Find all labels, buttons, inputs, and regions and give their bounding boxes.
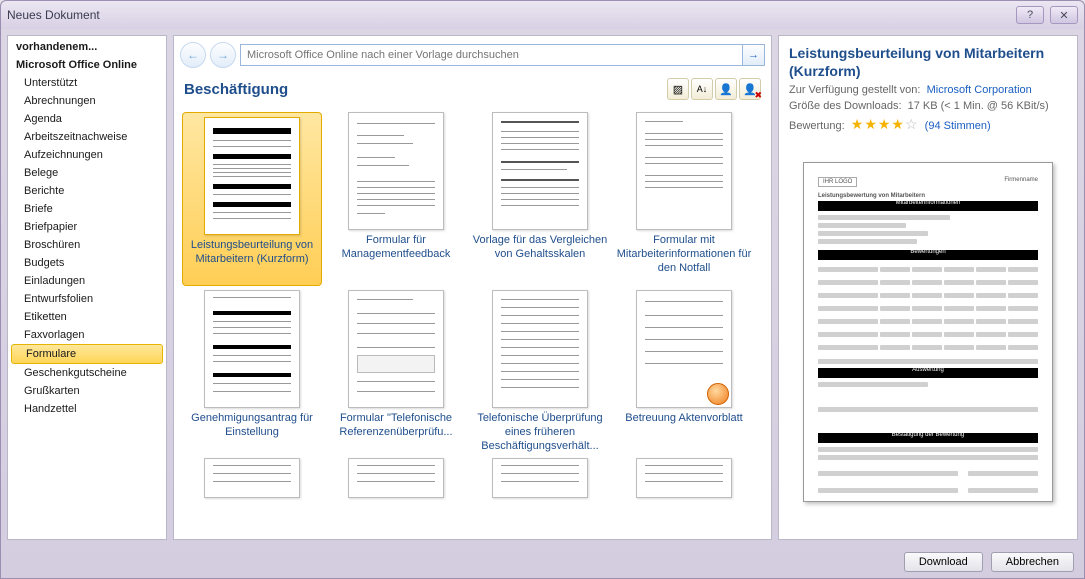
- template-thumb: [492, 290, 588, 408]
- preview-document-thumb: IHR LOGO Firmenname Leistungsbewertung v…: [803, 162, 1053, 502]
- template-thumb: [348, 112, 444, 230]
- titlebar: Neues Dokument ? ✕: [1, 1, 1084, 29]
- template-item[interactable]: Formular für Managementfeedback: [326, 112, 466, 286]
- window-title: Neues Dokument: [7, 8, 1016, 22]
- provider-link[interactable]: Microsoft Corporation: [927, 84, 1032, 96]
- close-button[interactable]: ✕: [1050, 6, 1078, 24]
- cancel-button[interactable]: Abbrechen: [991, 552, 1074, 572]
- template-item[interactable]: Betreuung Aktenvorblatt: [614, 290, 754, 454]
- votes-link[interactable]: (94 Stimmen): [925, 120, 991, 132]
- user-remove-icon[interactable]: 👤✖: [739, 78, 761, 100]
- template-item[interactable]: Genehmigungsantrag für Einstellung: [182, 290, 322, 454]
- sort-icon[interactable]: A↓: [691, 78, 713, 100]
- download-button[interactable]: Download: [904, 552, 983, 572]
- template-label: Formular "Telefonische Referenzenüberprü…: [326, 412, 466, 454]
- sidebar-item-fax[interactable]: Faxvorlagen: [8, 326, 166, 344]
- category-heading: Beschäftigung: [184, 81, 667, 98]
- sidebar-item-reports[interactable]: Berichte: [8, 182, 166, 200]
- template-thumb: [204, 290, 300, 408]
- sidebar-item-stationery[interactable]: Briefpapier: [8, 218, 166, 236]
- sidebar-item-brochures[interactable]: Broschüren: [8, 236, 166, 254]
- template-label: Formular für Managementfeedback: [326, 234, 466, 276]
- view-toggle-icon[interactable]: ▨: [667, 78, 689, 100]
- template-item[interactable]: [326, 458, 466, 498]
- sidebar-item-ms-office-online[interactable]: Microsoft Office Online: [8, 56, 166, 74]
- main-panel: ← → → Beschäftigung ▨ A↓ 👤 👤✖: [173, 35, 772, 540]
- meta-rating: Bewertung: ★★★★☆ (94 Stimmen): [789, 116, 1067, 133]
- template-item[interactable]: [470, 458, 610, 498]
- sidebar-item-flyers[interactable]: Handzettel: [8, 400, 166, 418]
- template-grid: Leistungsbeurteilung von Mitarbeitern (K…: [174, 104, 771, 539]
- template-label: Betreuung Aktenvorblatt: [625, 412, 742, 454]
- sidebar-item-letters[interactable]: Briefe: [8, 200, 166, 218]
- template-label: Formular mit Mitarbeiterinformationen fü…: [614, 234, 754, 276]
- template-thumb: [348, 458, 444, 498]
- category-sidebar: vorhandenem... Microsoft Office Online U…: [7, 35, 167, 540]
- sidebar-item-receipts[interactable]: Belege: [8, 164, 166, 182]
- template-item[interactable]: Leistungsbeurteilung von Mitarbeitern (K…: [182, 112, 322, 286]
- sidebar-item-invitations[interactable]: Einladungen: [8, 272, 166, 290]
- sidebar-item-greeting-cards[interactable]: Grußkarten: [8, 382, 166, 400]
- user-icon[interactable]: 👤: [715, 78, 737, 100]
- template-label: Telefonische Überprüfung eines früheren …: [470, 412, 610, 454]
- sidebar-item-existing[interactable]: vorhandenem...: [8, 38, 166, 56]
- meta-provided-by: Zur Verfügung gestellt von: Microsoft Co…: [789, 84, 1067, 96]
- sidebar-item-gift-certificates[interactable]: Geschenkgutscheine: [8, 364, 166, 382]
- sidebar-item-supported[interactable]: Unterstützt: [8, 74, 166, 92]
- preview-title: Leistungsbeurteilung von Mitarbeitern (K…: [789, 44, 1067, 80]
- template-thumb: [348, 290, 444, 408]
- meta-size: Größe des Downloads: 17 KB (< 1 Min. @ 5…: [789, 100, 1067, 112]
- sidebar-item-records[interactable]: Aufzeichnungen: [8, 146, 166, 164]
- template-thumb: [492, 458, 588, 498]
- sidebar-item-forms[interactable]: Formulare: [11, 344, 163, 364]
- preview-panel: Leistungsbeurteilung von Mitarbeitern (K…: [778, 35, 1078, 540]
- sidebar-item-timesheets[interactable]: Arbeitszeitnachweise: [8, 128, 166, 146]
- sidebar-item-invoices[interactable]: Abrechnungen: [8, 92, 166, 110]
- template-thumb: [492, 112, 588, 230]
- button-row: Download Abbrechen: [1, 546, 1084, 578]
- template-thumb: [204, 458, 300, 498]
- help-button[interactable]: ?: [1016, 6, 1044, 24]
- rating-stars-icon: ★★★★☆: [851, 116, 919, 132]
- nav-back-button[interactable]: ←: [180, 42, 206, 68]
- search-wrap: →: [240, 44, 765, 66]
- sidebar-item-agenda[interactable]: Agenda: [8, 110, 166, 128]
- template-item[interactable]: Telefonische Überprüfung eines früheren …: [470, 290, 610, 454]
- template-thumb: [204, 117, 300, 235]
- sidebar-item-draft-slides[interactable]: Entwurfsfolien: [8, 290, 166, 308]
- user-badge-icon: [707, 383, 729, 405]
- template-item[interactable]: Formular mit Mitarbeiterinformationen fü…: [614, 112, 754, 286]
- template-thumb: [636, 290, 732, 408]
- template-label: Vorlage für das Vergleichen von Gehaltss…: [470, 234, 610, 276]
- template-thumb: [636, 458, 732, 498]
- template-item[interactable]: [182, 458, 322, 498]
- sidebar-item-labels[interactable]: Etiketten: [8, 308, 166, 326]
- template-label: Leistungsbeurteilung von Mitarbeitern (K…: [183, 239, 321, 281]
- nav-forward-button[interactable]: →: [210, 42, 236, 68]
- search-input[interactable]: [241, 45, 742, 65]
- template-item[interactable]: Vorlage für das Vergleichen von Gehaltss…: [470, 112, 610, 286]
- template-thumb: [636, 112, 732, 230]
- search-go-button[interactable]: →: [742, 45, 764, 65]
- template-item[interactable]: Formular "Telefonische Referenzenüberprü…: [326, 290, 466, 454]
- sidebar-item-budgets[interactable]: Budgets: [8, 254, 166, 272]
- template-label: Genehmigungsantrag für Einstellung: [182, 412, 322, 454]
- template-item[interactable]: [614, 458, 754, 498]
